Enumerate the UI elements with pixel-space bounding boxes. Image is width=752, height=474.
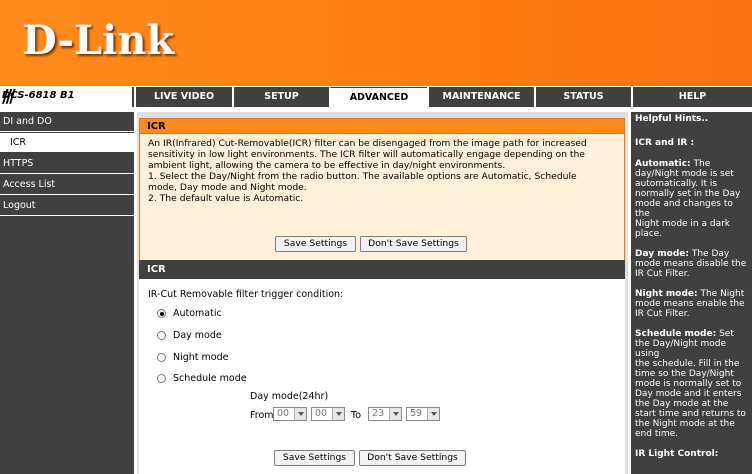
left-sidebar: DI and DO ICR HTTPS Access List Logout	[0, 112, 134, 474]
radio-night-mode[interactable]	[157, 353, 166, 362]
hint-ir-light-control: IR Light Control:	[635, 449, 719, 459]
hint-line: normally set in the Day	[635, 189, 741, 199]
main-content: ICR An IR(Infrared) Cut-Removable(ICR) f…	[137, 112, 628, 474]
radio-night-mode-label: Night mode	[173, 352, 229, 363]
sidebar-item-icr[interactable]: ICR	[0, 133, 134, 153]
trigger-condition-label: IR-Cut Removable filter trigger conditio…	[148, 289, 344, 300]
hint-line: The Day	[688, 249, 730, 259]
to-hour-value: 23	[372, 408, 385, 419]
from-minute-value: 00	[315, 408, 328, 419]
tab-status[interactable]: STATUS	[534, 87, 631, 107]
helpful-hints-panel: Helpful Hints.. ICR and IR : Automatic: …	[631, 112, 752, 474]
from-hour-select[interactable]: 00	[273, 407, 307, 421]
dont-save-settings-button-top[interactable]: Don't Save Settings	[360, 236, 467, 252]
hint-line: automatically. It is	[635, 179, 718, 189]
intro-text-line: mode, Day mode and Night mode.	[148, 182, 307, 193]
sidebar-item-https[interactable]: HTTPS	[0, 154, 134, 174]
hint-day-mode: Day mode: The Day mode means disable the…	[635, 249, 749, 279]
intro-panel: ICR An IR(Infrared) Cut-Removable(ICR) f…	[139, 118, 625, 261]
icr-section-title: ICR	[139, 260, 625, 279]
radio-schedule-mode[interactable]	[157, 374, 166, 383]
hint-line: time so the Day/Night	[635, 369, 734, 379]
model-slash-decoration: ///	[2, 86, 16, 107]
hint-line: mode means enable the	[635, 299, 745, 309]
hint-line: IR Cut Filter.	[635, 269, 690, 279]
intro-title: ICR	[140, 119, 624, 134]
radio-automatic[interactable]	[157, 309, 166, 318]
hint-line: mode means disable the	[635, 259, 747, 269]
intro-text-line: sensitivity in low light environments. T…	[148, 149, 585, 160]
from-minute-select[interactable]: 00	[311, 407, 345, 421]
hint-line: IR Cut Filter.	[635, 309, 690, 319]
from-label: From	[250, 410, 274, 421]
icr-settings-panel: ICR IR-Cut Removable filter trigger cond…	[139, 260, 625, 474]
radio-automatic-label: Automatic	[173, 308, 222, 319]
radio-day-mode[interactable]	[157, 331, 166, 340]
hint-schedule-mode: Schedule mode: Set the Day/Night mode us…	[635, 329, 749, 439]
chevron-down-icon	[389, 408, 401, 420]
day-mode-24hr-label: Day mode(24hr)	[250, 391, 329, 402]
chevron-down-icon	[427, 408, 439, 420]
radio-schedule-mode-label: Schedule mode	[173, 373, 247, 384]
hint-line: Night mode in a dark	[635, 219, 731, 229]
chevron-down-icon	[332, 408, 344, 420]
hint-line: start time and returns to	[635, 409, 746, 419]
tab-setup[interactable]: SETUP	[232, 87, 329, 107]
hint-term: Night mode:	[635, 289, 698, 299]
hints-title: Helpful Hints..	[635, 114, 709, 124]
dlink-logo: D-Link	[22, 17, 175, 64]
intro-text-line: 2. The default value is Automatic.	[148, 193, 304, 204]
hint-line: The	[690, 159, 711, 169]
chevron-down-icon	[294, 408, 306, 420]
hint-line: the Day/Night mode using	[635, 339, 726, 359]
hint-line: day/Night mode is set	[635, 169, 734, 179]
dont-save-settings-button-bottom[interactable]: Don't Save Settings	[359, 450, 466, 466]
hint-term: Automatic:	[635, 159, 691, 169]
intro-text-line: 1. Select the Day/Night from the radio b…	[148, 171, 577, 182]
sidebar-item-access-list[interactable]: Access List	[0, 175, 134, 195]
hint-automatic: Automatic: The day/Night mode is set aut…	[635, 159, 749, 239]
sidebar-item-logout[interactable]: Logout	[0, 196, 134, 216]
to-minute-value: 59	[410, 408, 423, 419]
tab-help[interactable]: HELP	[631, 87, 752, 107]
hint-line: the schedule. Fill in the	[635, 359, 740, 369]
to-label: To	[351, 410, 362, 421]
intro-text-line: An IR(Infrared) Cut-Removable(ICR) filte…	[148, 138, 587, 149]
hints-subtitle: ICR and IR :	[635, 138, 695, 148]
top-nav: DCS-6818 B1 /// LIVE VIDEO SETUP ADVANCE…	[0, 86, 752, 107]
save-settings-button-top[interactable]: Save Settings	[275, 236, 356, 252]
hint-line: mode is normally set to	[635, 379, 742, 389]
hint-line: place.	[635, 229, 663, 239]
hint-term: Day mode:	[635, 249, 689, 259]
radio-day-mode-label: Day mode	[173, 330, 222, 341]
hint-term: Schedule mode:	[635, 329, 717, 339]
tab-maintenance[interactable]: MAINTENANCE	[427, 87, 534, 107]
sidebar-item-di-and-do[interactable]: DI and DO	[0, 112, 134, 132]
from-hour-value: 00	[277, 408, 290, 419]
hint-line: end time.	[635, 429, 679, 439]
to-minute-select[interactable]: 59	[406, 407, 440, 421]
hint-line: The Night	[697, 289, 745, 299]
hint-line: mode and changes to the	[635, 199, 733, 219]
hint-line: Day mode and it enters	[635, 389, 742, 399]
tab-live-video[interactable]: LIVE VIDEO	[134, 87, 232, 107]
to-hour-select[interactable]: 23	[368, 407, 402, 421]
hint-line: the Day mode at the	[635, 399, 729, 409]
hint-line: the Night mode at the	[635, 419, 735, 429]
hint-night-mode: Night mode: The Night mode means enable …	[635, 289, 749, 319]
header-banner: D-Link	[0, 0, 752, 86]
intro-text-line: ambient light, allowing the camera to be…	[148, 160, 506, 171]
model-label: DCS-6818 B1 ///	[0, 86, 134, 107]
save-settings-button-bottom[interactable]: Save Settings	[274, 450, 355, 466]
hint-line: Set	[716, 329, 734, 339]
tab-advanced[interactable]: ADVANCED	[329, 87, 427, 107]
